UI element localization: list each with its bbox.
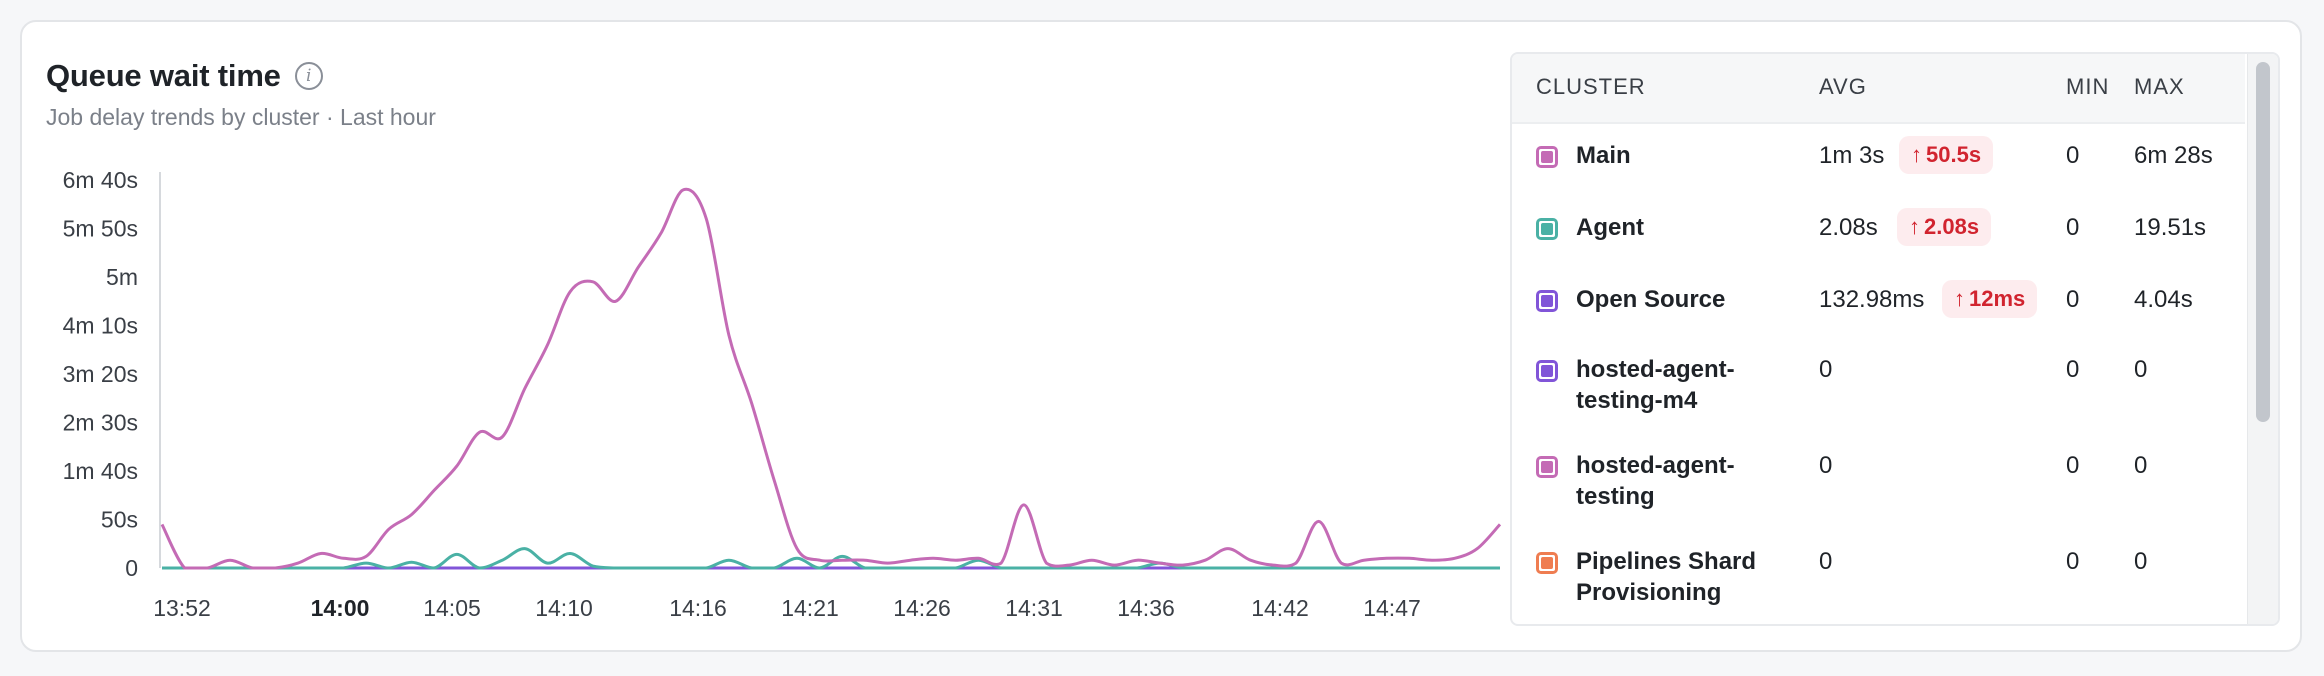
x-tick-label: 14:36 [1117, 595, 1175, 621]
queue-wait-line-chart: 6m 40s 5m 50s 5m 4m 10s 3m 20s 2m 30s 1m 40s 50… [63, 167, 1502, 621]
series-color-swatch[interactable] [1536, 290, 1558, 312]
scrollbar-thumb[interactable] [2256, 62, 2270, 422]
series-layer [160, 187, 1502, 570]
cluster-name: hosted-agent-testing [1576, 450, 1786, 512]
x-tick-label: 14:21 [781, 595, 839, 621]
swatch-fill [1541, 461, 1553, 473]
x-tick-label: 13:52 [153, 595, 211, 621]
cluster-name: hosted-agent-testing-m4 [1576, 354, 1786, 416]
y-tick-label: 6m 40s [63, 167, 138, 193]
max-value: 4.04s [2134, 286, 2193, 313]
queue-wait-time-card: Queue wait time i Job delay trends by cl… [20, 20, 2302, 652]
x-tick-label: 14:05 [423, 595, 481, 621]
avg-value: 1m 3s [1819, 142, 1885, 169]
cluster-name-line: hosted-agent- [1576, 452, 1735, 479]
header-cluster[interactable]: CLUSTER [1536, 74, 1646, 100]
swatch-fill [1541, 151, 1553, 163]
avg-value: 2.08s [1819, 214, 1878, 241]
swatch-fill [1541, 365, 1553, 377]
cluster-name-line: testing [1576, 483, 1655, 510]
cluster-name-line: hosted-agent- [1576, 356, 1735, 383]
min-value: 0 [2066, 452, 2080, 479]
swatch-fill [1541, 557, 1553, 569]
series-color-swatch[interactable] [1536, 456, 1558, 478]
y-tick-label: 2m 30s [63, 410, 138, 436]
x-tick-label: 14:26 [893, 595, 951, 621]
max-value: 0 [2134, 452, 2148, 479]
x-tick-label: 14:42 [1251, 595, 1309, 621]
trend-up-badge: ↑ 12ms [1942, 280, 2038, 318]
min-value: 0 [2066, 286, 2080, 313]
x-tick-label: 14:00 [311, 595, 370, 621]
cluster-name: Agent [1576, 212, 1786, 243]
trend-up-badge: ↑ 50.5s [1899, 136, 1994, 174]
min-value: 0 [2066, 356, 2080, 383]
x-tick-label: 14:10 [535, 595, 593, 621]
swatch-fill [1541, 295, 1553, 307]
series-line-main[interactable] [160, 187, 1502, 570]
cluster-name-line: Open Source [1576, 286, 1726, 313]
arrow-up-icon: ↑ [1909, 214, 1920, 239]
series-color-swatch[interactable] [1536, 218, 1558, 240]
max-value: 6m 28s [2134, 142, 2213, 169]
y-tick-label: 50s [101, 507, 138, 533]
y-tick-label: 1m 40s [63, 458, 138, 484]
arrow-up-icon: ↑ [1954, 286, 1965, 311]
y-tick-label: 0 [125, 555, 138, 581]
y-tick-label: 4m 10s [63, 313, 138, 339]
x-tick-label: 14:16 [669, 595, 727, 621]
y-tick-label: 5m [106, 264, 138, 290]
cluster-name: Main [1576, 140, 1786, 171]
avg-value: 0 [1819, 452, 1833, 479]
cluster-name: Pipelines Shard Provisioning [1576, 546, 1786, 608]
x-tick-label: 14:31 [1005, 595, 1063, 621]
cluster-name: Open Source [1576, 284, 1786, 315]
trend-value: 50.5s [1926, 142, 1982, 167]
trend-up-badge: ↑ 2.08s [1897, 208, 1992, 246]
min-value: 0 [2066, 214, 2080, 241]
min-value: 0 [2066, 548, 2080, 575]
avg-value: 0 [1819, 548, 1833, 575]
arrow-up-icon: ↑ [1911, 142, 1922, 167]
cluster-name-line: testing-m4 [1576, 387, 1698, 414]
cluster-name-line: Provisioning [1576, 579, 1722, 606]
cluster-stats-table: CLUSTER AVG MIN MAX Main 1m 3s ↑ 50.5s 0 6m 2… [1510, 52, 2280, 626]
table-scrollbar[interactable] [2247, 54, 2278, 624]
header-max[interactable]: MAX [2134, 74, 2185, 100]
cluster-name-line: Main [1576, 142, 1631, 169]
trend-value: 12ms [1969, 286, 2026, 311]
series-color-swatch[interactable] [1536, 360, 1558, 382]
y-tick-label: 3m 20s [63, 361, 138, 387]
y-tick-label: 5m 50s [63, 216, 138, 242]
max-value: 0 [2134, 356, 2148, 383]
x-tick-label: 14:47 [1363, 595, 1421, 621]
header-avg[interactable]: AVG [1819, 74, 1867, 100]
y-axis-ticks: 6m 40s 5m 50s 5m 4m 10s 3m 20s 2m 30s 1m 40s 50… [63, 167, 138, 581]
max-value: 19.51s [2134, 214, 2207, 241]
swatch-fill [1541, 223, 1553, 235]
cluster-name-line: Agent [1576, 214, 1644, 241]
table-header-row: CLUSTER AVG MIN MAX [1512, 54, 2245, 124]
series-color-swatch[interactable] [1536, 552, 1558, 574]
header-min[interactable]: MIN [2066, 74, 2109, 100]
min-value: 0 [2066, 142, 2080, 169]
avg-value: 0 [1819, 356, 1833, 383]
trend-value: 2.08s [1924, 214, 1980, 239]
cluster-name-line: Pipelines Shard [1576, 548, 1757, 575]
series-color-swatch[interactable] [1536, 146, 1558, 168]
max-value: 0 [2134, 548, 2148, 575]
avg-value: 132.98ms [1819, 286, 1925, 313]
x-axis-ticks: 13:52 14:00 14:05 14:10 14:16 14:21 14:26 14:31… [153, 595, 1421, 621]
